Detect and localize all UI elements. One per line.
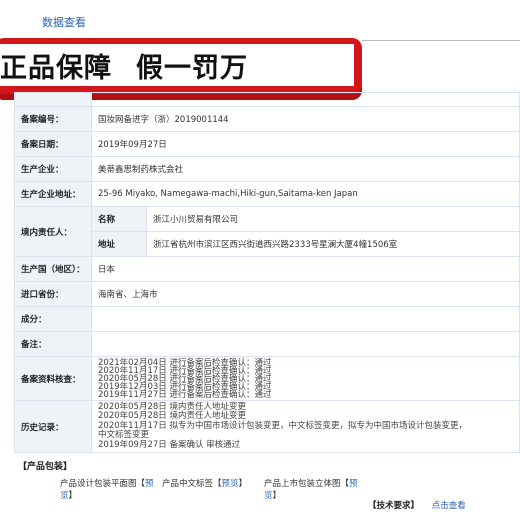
record-date-value: 2019年09月27日 <box>91 131 520 157</box>
domestic-name-value: 浙江小川贸易有限公司 <box>146 206 520 232</box>
manufacturer-address-label: 生产企业地址： <box>14 181 92 207</box>
tech-view-link[interactable]: 点击查看 <box>432 501 466 511</box>
review-entry: 2019年11月27日 进行备案后检查确认：通过 <box>98 389 272 400</box>
tech-requirements: 【技术要求】 点击查看 <box>368 499 466 511</box>
bracket: 【 <box>136 479 146 489</box>
domestic-responsible-label: 境内责任人： <box>14 206 92 257</box>
domestic-address-label: 地址 <box>91 231 147 257</box>
preview-link[interactable]: 预 <box>145 479 154 489</box>
preview-link[interactable]: 预 <box>349 479 358 489</box>
ingredients-label: 成分： <box>14 306 92 332</box>
record-date-label: 备案日期： <box>14 131 92 157</box>
ingredients-value <box>91 306 520 332</box>
history-entry: 2020年11月17日 拟专为中国市场设计包装变更，中文标签变更，拟专为中国市场… <box>98 420 467 431</box>
record-no-label: 备案编号： <box>14 106 92 132</box>
country-label: 生产国（地区）： <box>14 256 92 282</box>
tech-requirements-label: 【技术要求】 <box>368 501 420 511</box>
promo-text-guarantee: 假一罚万 <box>136 52 248 84</box>
record-no-value: 国妆网备进字（浙）2019001144 <box>91 106 520 132</box>
record-info-table: 备案编号： 国妆网备进字（浙）2019001144 备案日期： 2019年09月… <box>14 92 520 453</box>
remark-label: 备注： <box>14 331 92 357</box>
packaging-3d-label: 产品上市包装立体图 <box>264 479 341 489</box>
chinese-label-text: 产品中文标签 <box>162 479 214 489</box>
domestic-name-label: 名称 <box>91 206 147 232</box>
divider <box>362 40 520 41</box>
bracket: 【 <box>213 479 222 489</box>
preview-link-cont[interactable]: 览 <box>60 491 69 501</box>
manufacturer-label: 生产企业： <box>14 156 92 182</box>
packaging-3d-design: 产品上市包装立体图【预 览】 <box>264 478 358 502</box>
bracket: 【 <box>340 479 350 489</box>
review-label: 备案资料核查： <box>14 356 92 401</box>
bracket: 】 <box>272 491 282 501</box>
manufacturer-address-value: 25-96 Miyako, Namegawa-machi,Hiki-gun,Sa… <box>91 181 520 207</box>
bracket: 】 <box>68 491 78 501</box>
data-view-link[interactable]: 数据查看 <box>42 14 86 30</box>
promo-banner-text: 正品保障 假一罚万 <box>0 44 354 86</box>
preview-link-cont[interactable]: 览 <box>264 491 273 501</box>
import-province-value: 海南省、上海市 <box>91 281 520 307</box>
review-list: 2021年02月04日 进行备案后检查确认：通过 2020年11月17日 进行备… <box>91 356 520 401</box>
packaging-flat-design: 产品设计包装平面图【预 览】 <box>60 478 154 502</box>
domestic-address-value: 浙江省杭州市滨江区西兴街道西兴路2333号星澜大厦4幢1506室 <box>146 231 520 257</box>
cut-off-value <box>91 92 520 107</box>
manufacturer-value: 美蒂鑫思制药株式会社 <box>91 156 520 182</box>
packaging-chinese-label: 产品中文标签【预览】 <box>162 478 247 490</box>
promo-banner: 正品保障 假一罚万 <box>0 38 362 100</box>
country-value: 日本 <box>91 256 520 282</box>
history-entry: 2019年09月27日 备案确认 审核通过 <box>98 439 241 450</box>
bracket: 】 <box>238 479 248 489</box>
promo-text-genuine: 正品保障 <box>0 52 112 84</box>
history-list: 2020年05月28日 境内责任人地址变更 2020年05月28日 境内责任人地… <box>91 400 520 453</box>
cut-off-label <box>14 92 92 107</box>
remark-value <box>91 331 520 357</box>
packaging-flat-label: 产品设计包装平面图 <box>60 479 137 489</box>
preview-link[interactable]: 预览 <box>222 479 239 489</box>
import-province-label: 进口省份： <box>14 281 92 307</box>
history-label: 历史记录： <box>14 400 92 453</box>
packaging-section-title: 【产品包装】 <box>18 462 73 472</box>
